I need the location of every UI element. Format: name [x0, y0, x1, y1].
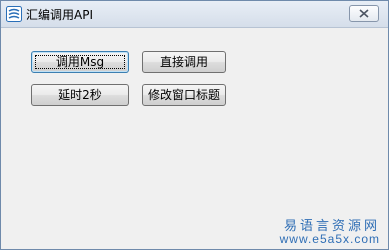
watermark: 易语言资源网 www.e5a5x.com: [263, 191, 388, 249]
modify-title-button[interactable]: 修改窗口标题: [142, 84, 226, 106]
modify-title-label: 修改窗口标题: [147, 88, 220, 102]
delay-2s-button[interactable]: 延时2秒: [31, 84, 129, 106]
call-msg-button[interactable]: 调用Msg: [31, 51, 129, 73]
delay-2s-label: 延时2秒: [58, 88, 102, 102]
app-icon: [6, 6, 22, 22]
app-window: 汇编调用API 调用Msg 直接调用 延时2秒 修改窗口标题 易语言资源网 ww…: [0, 0, 389, 250]
direct-call-label: 直接调用: [159, 55, 208, 69]
window-title: 汇编调用API: [26, 8, 93, 22]
watermark-url: www.e5a5x.com: [279, 232, 380, 246]
title-bar[interactable]: 汇编调用API: [1, 1, 388, 28]
close-button[interactable]: [349, 5, 379, 22]
call-msg-label: 调用Msg: [55, 55, 105, 69]
direct-call-button[interactable]: 直接调用: [142, 51, 226, 73]
close-icon: [359, 9, 369, 18]
